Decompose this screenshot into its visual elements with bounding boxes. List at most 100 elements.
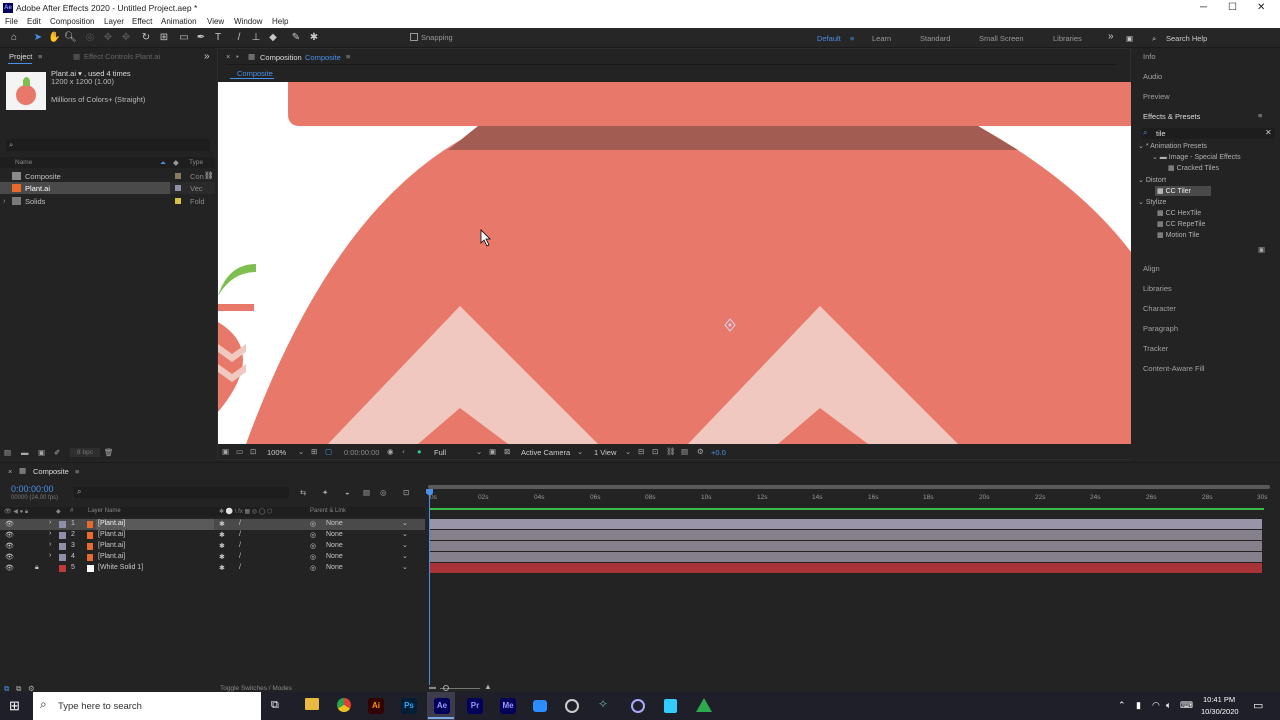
panel-overflow-icon[interactable]: » bbox=[204, 51, 210, 62]
work-area-bar[interactable] bbox=[428, 485, 1270, 489]
effects-presets-title[interactable]: Effects & Presets bbox=[1143, 112, 1200, 121]
maximize-button[interactable]: ☐ bbox=[1228, 2, 1237, 13]
tree-node-selected[interactable]: ▦ CC Tiler bbox=[1157, 187, 1191, 195]
playhead[interactable] bbox=[429, 489, 430, 685]
expand-arrow-icon[interactable]: › bbox=[49, 552, 51, 559]
collapse-switch-icon[interactable]: ✱ bbox=[219, 542, 225, 550]
tree-node[interactable]: ▦ Motion Tile bbox=[1157, 231, 1199, 239]
collapse-switch-icon[interactable]: ✱ bbox=[219, 531, 225, 539]
notification-icon[interactable]: ▭ bbox=[1253, 699, 1263, 712]
label-column-icon[interactable]: ◆ bbox=[173, 158, 179, 167]
layer-duration-bar[interactable] bbox=[430, 563, 1262, 573]
pickwhip-icon[interactable]: ◎ bbox=[310, 520, 316, 528]
close-button[interactable]: ✕ bbox=[1257, 2, 1265, 13]
menu-file[interactable]: File bbox=[5, 17, 18, 26]
monitor-icon[interactable]: ▭ bbox=[236, 447, 243, 456]
pan-tool-icon[interactable]: ✥ bbox=[102, 32, 114, 44]
tab-menu-icon[interactable]: ≡ bbox=[75, 467, 79, 476]
tree-node[interactable]: ▦ CC RepeTile bbox=[1157, 220, 1205, 228]
layer-name[interactable]: [White Solid 1] bbox=[98, 564, 143, 571]
timeline-search-input[interactable]: ⌕ bbox=[74, 487, 289, 498]
parent-dropdown[interactable]: None bbox=[326, 531, 343, 538]
project-settings-icon[interactable]: ✐ bbox=[54, 448, 60, 457]
new-composition-icon[interactable]: ▣ bbox=[38, 448, 45, 457]
rectangle-tool-icon[interactable]: ▭ bbox=[178, 32, 190, 44]
comp-mini-flowchart-icon[interactable]: ⇆ bbox=[300, 488, 306, 497]
pen-tool-icon[interactable]: ✒ bbox=[195, 32, 207, 44]
zoom-tool-icon[interactable]: 🔍︎ bbox=[64, 32, 77, 44]
brush-tool-icon[interactable]: / bbox=[233, 32, 245, 44]
effects-menu-icon[interactable]: ≡ bbox=[1258, 111, 1262, 120]
expand-arrow-icon[interactable]: › bbox=[3, 196, 6, 205]
collapse-switch-icon[interactable]: ✱ bbox=[219, 520, 225, 528]
close-tab-icon[interactable]: × bbox=[226, 52, 230, 61]
collapse-switch-icon[interactable]: ✱ bbox=[219, 553, 225, 561]
toggle-pixel-aspect-icon[interactable]: ⊟ bbox=[638, 447, 644, 456]
pickwhip-icon[interactable]: ◎ bbox=[310, 531, 316, 539]
layer-duration-bar[interactable] bbox=[430, 541, 1262, 551]
frame-blending-icon[interactable]: ▤ bbox=[363, 488, 370, 497]
pickwhip-icon[interactable]: ◎ bbox=[310, 542, 316, 550]
after-effects-app-icon[interactable]: Ae bbox=[434, 698, 450, 714]
layer-duration-bar[interactable] bbox=[430, 530, 1262, 540]
volume-icon[interactable]: 🔈︎ bbox=[1166, 700, 1171, 711]
draft-3d-icon[interactable]: ✦ bbox=[322, 488, 328, 497]
tree-node[interactable]: ⌄ Stylize bbox=[1138, 198, 1166, 206]
layer-name[interactable]: [Plant.ai] bbox=[98, 542, 125, 549]
bit-depth-button[interactable]: 8 bpc bbox=[70, 448, 100, 457]
composition-tab-name[interactable]: Composite bbox=[305, 53, 341, 62]
menu-layer[interactable]: Layer bbox=[104, 17, 124, 26]
layer-row[interactable]: 👁︎ › 1 [Plant.ai] ✱ / ◎ None ⌄ bbox=[0, 519, 425, 530]
quality-switch-icon[interactable]: / bbox=[239, 542, 241, 549]
label-color-swatch[interactable] bbox=[175, 173, 181, 179]
preview-panel[interactable]: Preview bbox=[1143, 92, 1170, 101]
visibility-eye-icon[interactable]: 👁︎ bbox=[5, 564, 14, 572]
toggle-switches-modes[interactable]: Toggle Switches / Modes bbox=[220, 685, 292, 692]
composition-subtab[interactable]: Composite bbox=[237, 69, 273, 78]
quality-switch-icon[interactable]: / bbox=[239, 531, 241, 538]
views-dropdown[interactable]: 1 View bbox=[594, 448, 616, 457]
puppet-tool-icon[interactable]: ✱ bbox=[308, 32, 320, 44]
character-panel[interactable]: Character bbox=[1143, 304, 1176, 313]
keyboard-icon[interactable]: ⌨ bbox=[1180, 700, 1193, 711]
parent-dropdown[interactable]: None bbox=[326, 520, 343, 527]
layer-duration-bar[interactable] bbox=[430, 552, 1262, 562]
app-icon[interactable] bbox=[631, 699, 645, 713]
resolution-dropdown[interactable]: Full bbox=[434, 448, 446, 457]
media-encoder-app-icon[interactable]: Me bbox=[500, 698, 516, 714]
search-help-field[interactable]: Search Help bbox=[1166, 34, 1207, 43]
selection-tool-icon[interactable]: ➤ bbox=[32, 32, 44, 44]
expand-arrow-icon[interactable]: › bbox=[49, 530, 51, 537]
zoom-in-icon[interactable]: ▲ bbox=[484, 682, 492, 691]
project-tab-menu-icon[interactable]: ≡ bbox=[38, 52, 42, 61]
lock-icon[interactable]: 🔒︎ bbox=[35, 564, 39, 572]
channel-icon[interactable]: ● bbox=[417, 447, 422, 456]
visibility-eye-icon[interactable]: 👁︎ bbox=[5, 520, 14, 528]
type-tool-icon[interactable]: T bbox=[212, 32, 224, 44]
name-column-header[interactable]: Name bbox=[15, 159, 32, 166]
label-color-swatch[interactable] bbox=[175, 198, 181, 204]
parent-dropdown[interactable]: None bbox=[326, 542, 343, 549]
layer-name-header[interactable]: Layer Name bbox=[88, 508, 121, 514]
flowchart-icon[interactable]: ⛓ bbox=[204, 171, 214, 180]
project-search-input[interactable]: ⌕ bbox=[6, 139, 210, 151]
collapse-switch-icon[interactable]: ✱ bbox=[219, 564, 225, 572]
exposure-value[interactable]: +0.0 bbox=[711, 448, 726, 457]
zoom-dropdown[interactable]: 100% bbox=[267, 448, 286, 457]
trash-icon[interactable]: 🗑︎ bbox=[104, 448, 114, 457]
close-tab-icon[interactable]: × bbox=[8, 467, 12, 476]
fast-preview-icon[interactable]: ▣ bbox=[489, 447, 496, 456]
clock-date[interactable]: 10/30/2020 bbox=[1201, 707, 1239, 716]
effects-search-input[interactable]: ⌕ tile ✕ bbox=[1141, 128, 1275, 139]
tree-node[interactable]: ⌄ ▬ Image - Special Effects bbox=[1152, 153, 1241, 161]
expand-arrow-icon[interactable]: › bbox=[49, 519, 51, 526]
layer-name[interactable]: [Plant.ai] bbox=[98, 531, 125, 538]
safe-zones-icon[interactable]: ⊞ bbox=[311, 447, 317, 456]
search-icon[interactable]: ⌕ bbox=[1152, 34, 1156, 44]
shy-icon[interactable]: ◒ bbox=[345, 488, 350, 497]
tree-node[interactable]: ⌄ Distort bbox=[1138, 176, 1166, 184]
workspace-default[interactable]: Default bbox=[817, 34, 841, 43]
workspace-menu-icon[interactable]: ≡ bbox=[850, 34, 854, 43]
camera-dropdown[interactable]: Active Camera bbox=[521, 448, 570, 457]
visibility-eye-icon[interactable]: 👁︎ bbox=[5, 553, 14, 561]
